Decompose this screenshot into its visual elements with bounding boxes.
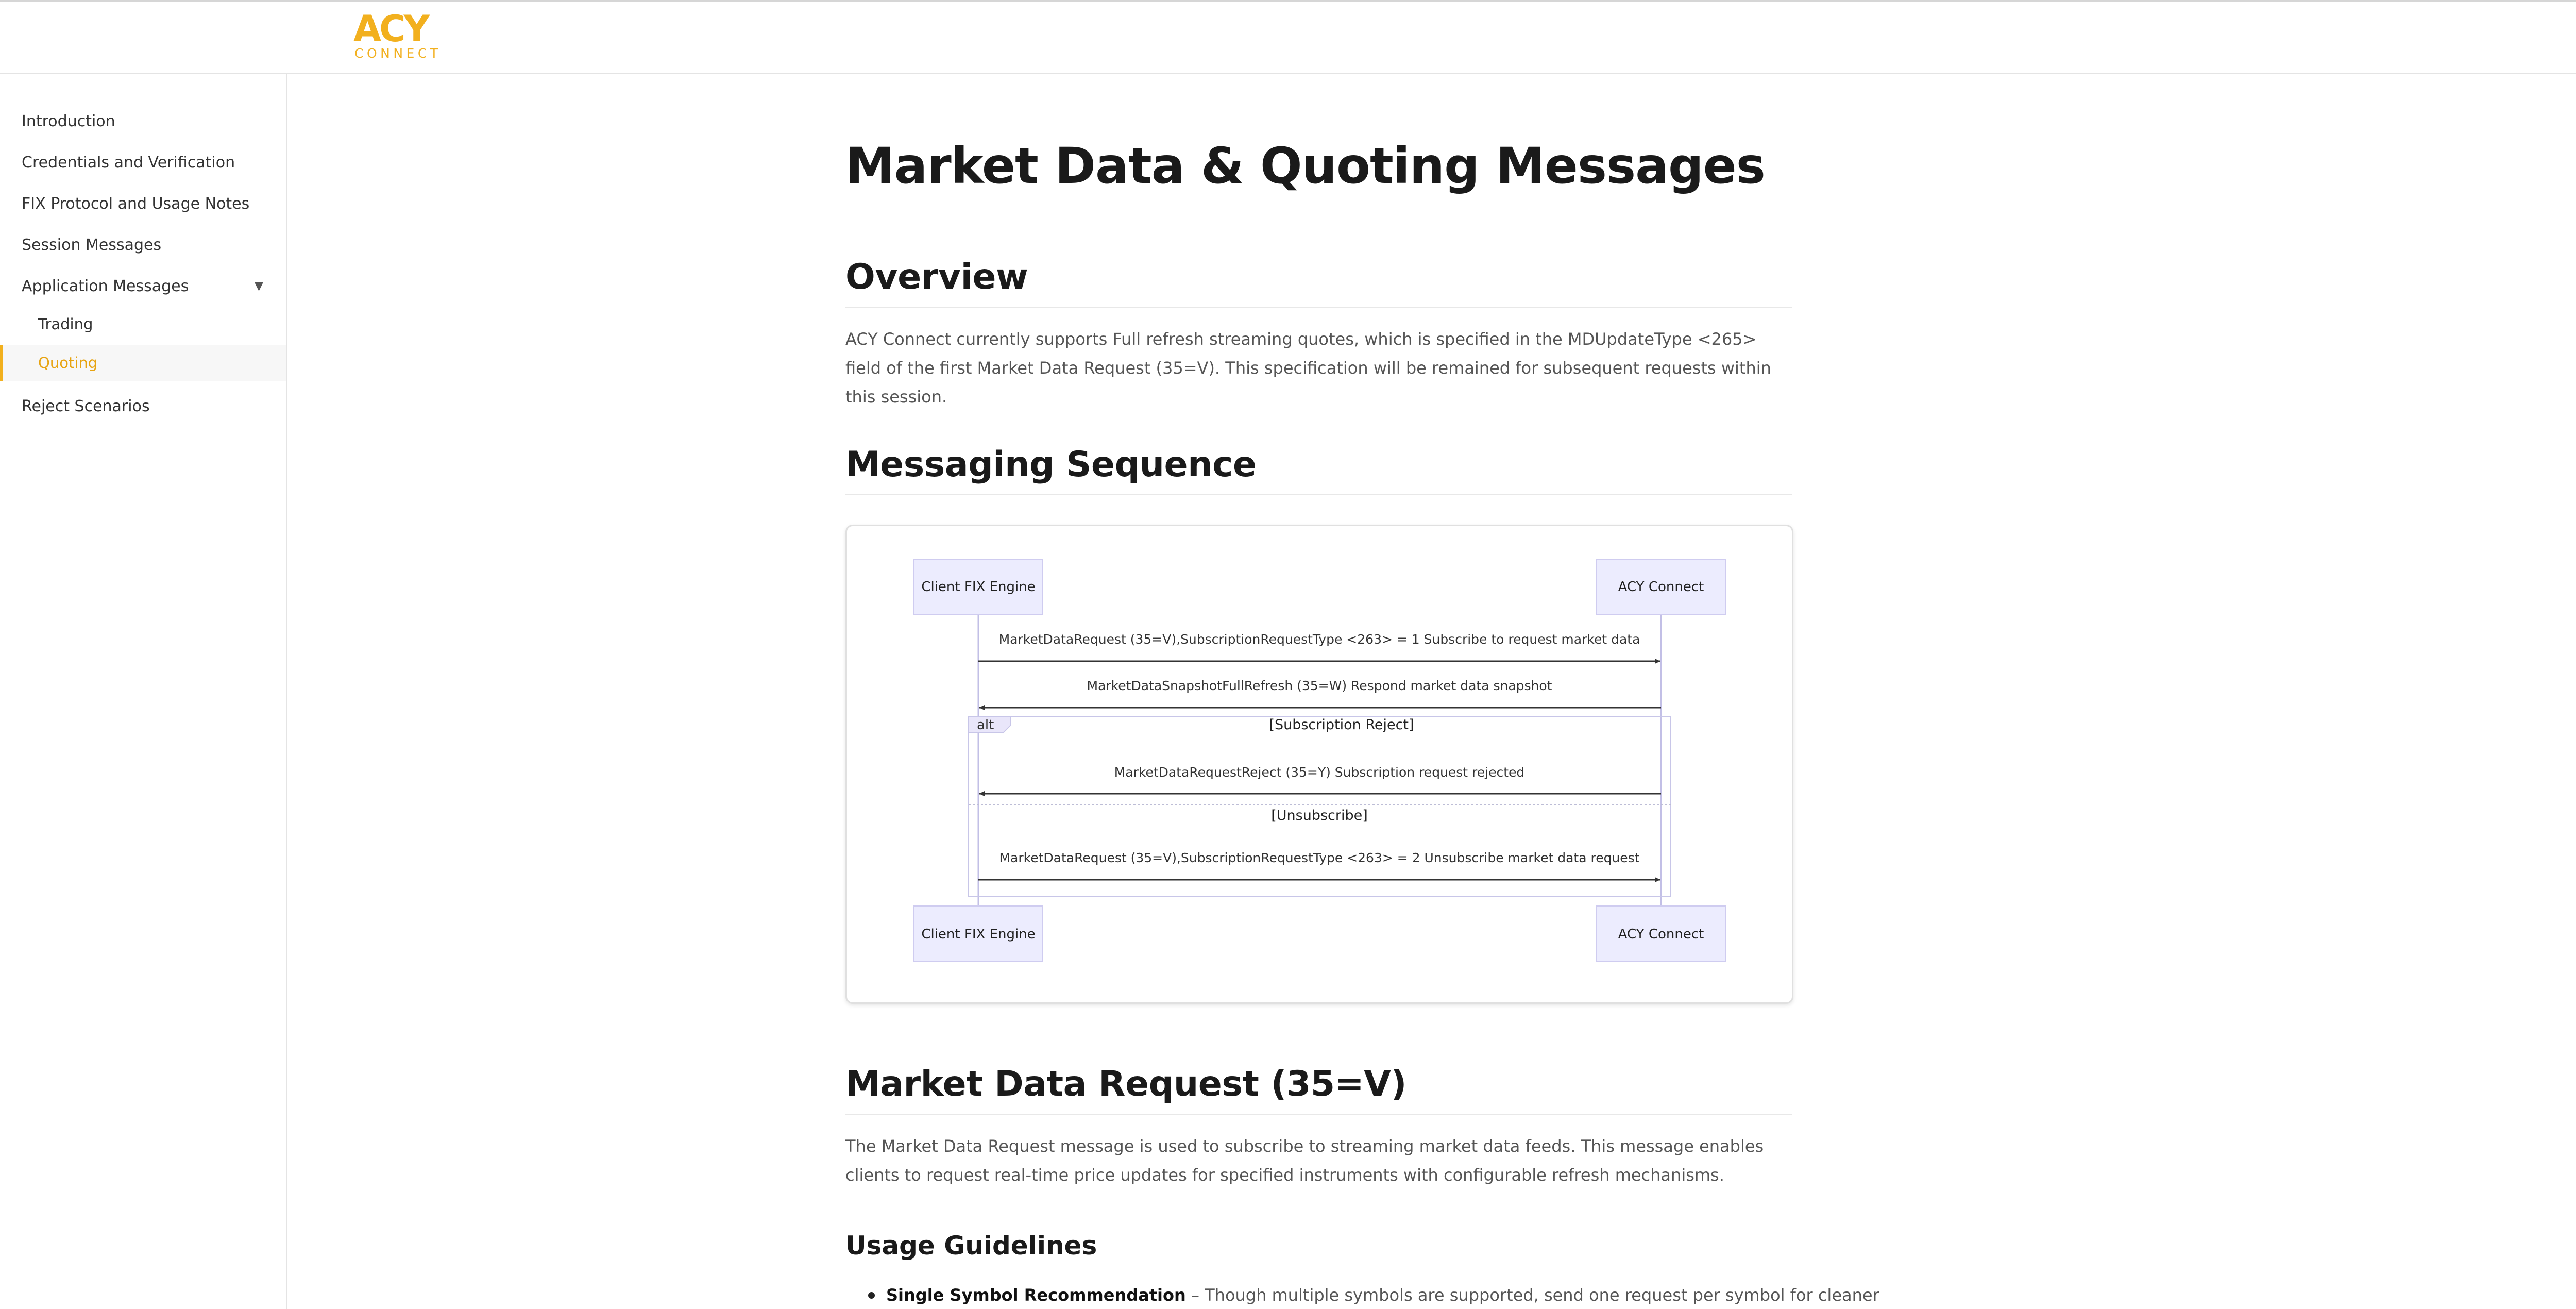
- sidebar-item-trading[interactable]: Trading: [0, 305, 286, 344]
- usage-guidelines-heading: Usage Guidelines: [845, 1231, 1097, 1261]
- sidebar-item-label: Quoting: [38, 354, 98, 372]
- sidebar-item-label: Credentials and Verification: [22, 153, 235, 172]
- caret-down-icon[interactable]: ▼: [255, 280, 263, 293]
- sidebar-item-fix-protocol[interactable]: FIX Protocol and Usage Notes: [0, 184, 286, 223]
- sequence-diagram-svg: alt Client FIX Engine ACY Connect Market…: [913, 559, 1726, 962]
- sidebar-item-label: Introduction: [22, 112, 115, 130]
- overview-text: ACY Connect currently supports Full refr…: [845, 329, 1771, 407]
- participant-label-acy-bottom: ACY Connect: [1618, 927, 1704, 942]
- sidebar-item-credentials[interactable]: Credentials and Verification: [0, 143, 286, 182]
- sidebar-item-reject-scenarios[interactable]: Reject Scenarios: [0, 387, 286, 426]
- market-data-request-text: The Market Data Request message is used …: [845, 1136, 1764, 1185]
- sidebar-item-session-messages[interactable]: Session Messages: [0, 225, 286, 264]
- sidebar-item-quoting[interactable]: Quoting: [0, 345, 286, 381]
- sidebar-item-label: Application Messages: [22, 277, 189, 295]
- sidebar-item-label: FIX Protocol and Usage Notes: [22, 194, 250, 213]
- alt-frame: [968, 716, 1671, 897]
- sidebar-nav: Introduction Credentials and Verificatio…: [0, 74, 287, 1309]
- message-label-2: MarketDataSnapshotFullRefresh (35=W) Res…: [1087, 678, 1552, 693]
- participant-label-client: Client FIX Engine: [921, 579, 1035, 595]
- usage-bullet-item: Single Symbol Recommendation – Though mu…: [845, 1285, 1879, 1305]
- svg-text:ACY: ACY: [353, 9, 431, 45]
- message-label-1: MarketDataRequest (35=V),SubscriptionReq…: [999, 632, 1640, 647]
- top-header: ACY CONNECT: [0, 0, 2576, 74]
- sidebar-item-application-messages[interactable]: Application Messages ▼: [0, 266, 286, 306]
- bullet-text: – Though multiple symbols are supported,…: [1185, 1285, 1879, 1305]
- alt-label: alt: [977, 717, 994, 733]
- sequence-diagram: alt Client FIX Engine ACY Connect Market…: [845, 525, 1793, 1004]
- bullet-dot-icon: [868, 1291, 875, 1299]
- sidebar-item-label: Trading: [38, 315, 93, 333]
- market-data-request-heading: Market Data Request (35=V): [845, 1064, 1792, 1115]
- message-label-4: MarketDataRequest (35=V),SubscriptionReq…: [999, 850, 1639, 865]
- logo-wordmark: CONNECT: [354, 46, 442, 61]
- sidebar-item-label: Reject Scenarios: [22, 397, 150, 415]
- messaging-sequence-heading: Messaging Sequence: [845, 444, 1792, 495]
- message-label-3: MarketDataRequestReject (35=Y) Subscript…: [1114, 765, 1525, 780]
- alt-condition-unsubscribe: [Unsubscribe]: [1271, 808, 1368, 824]
- sidebar-item-introduction[interactable]: Introduction: [0, 102, 286, 141]
- bullet-strong-text: Single Symbol Recommendation: [886, 1285, 1186, 1305]
- page-title: Market Data & Quoting Messages: [845, 137, 1766, 195]
- sidebar-item-label: Session Messages: [22, 236, 162, 254]
- acy-logo-mark: ACY: [353, 9, 433, 45]
- overview-heading: Overview: [845, 257, 1792, 308]
- alt-condition-reject: [Subscription Reject]: [1269, 717, 1414, 733]
- acy-connect-logo[interactable]: ACY CONNECT: [353, 9, 451, 66]
- participant-label-client-bottom: Client FIX Engine: [921, 927, 1035, 942]
- participant-label-acy: ACY Connect: [1618, 579, 1704, 595]
